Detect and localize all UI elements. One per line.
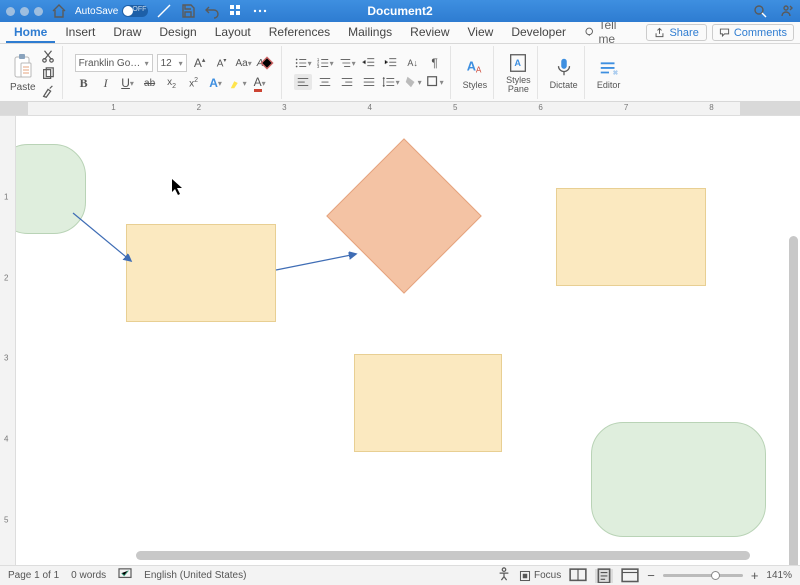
tab-insert[interactable]: Insert	[57, 22, 103, 43]
qat-grid-icon[interactable]	[228, 3, 244, 19]
strikethrough-button[interactable]: ab	[141, 75, 159, 91]
increase-indent-icon[interactable]	[382, 55, 400, 71]
sync-icon[interactable]	[778, 3, 794, 19]
format-painter-icon[interactable]	[40, 85, 56, 99]
editor-button[interactable]: Editor	[591, 46, 627, 99]
word-count[interactable]: 0 words	[71, 570, 106, 581]
font-name-select[interactable]: Franklin Go…▾	[75, 54, 153, 72]
styles-pane-button[interactable]: A Styles Pane	[500, 46, 538, 99]
show-marks-icon[interactable]: ¶	[426, 55, 444, 71]
svg-text:A: A	[467, 58, 476, 73]
text-effects-icon[interactable]: A▾	[207, 75, 225, 91]
search-icon[interactable]	[752, 3, 768, 19]
italic-button[interactable]: I	[97, 75, 115, 91]
svg-text:A: A	[476, 65, 482, 74]
vertical-scrollbar[interactable]	[789, 236, 798, 565]
align-center-icon[interactable]	[316, 74, 334, 90]
save-icon[interactable]	[180, 3, 196, 19]
autosave-label: AutoSave	[75, 6, 118, 17]
cut-icon[interactable]	[40, 49, 56, 63]
font-size-select[interactable]: 12▾	[157, 54, 187, 72]
home-icon[interactable]	[51, 3, 67, 19]
bold-button[interactable]: B	[75, 75, 93, 91]
sort-icon[interactable]: A↓	[404, 55, 422, 71]
tab-developer[interactable]: Developer	[503, 22, 574, 43]
document-canvas[interactable]	[16, 116, 800, 565]
justify-icon[interactable]	[360, 74, 378, 90]
zoom-slider[interactable]	[663, 574, 743, 577]
status-bar: Page 1 of 1 0 words English (United Stat…	[0, 565, 800, 585]
zoom-out-icon[interactable]: −	[647, 568, 655, 583]
decrease-font-icon[interactable]: A▾	[213, 55, 231, 71]
shape-rect-3[interactable]	[354, 354, 502, 452]
focus-mode[interactable]: Focus	[519, 570, 561, 582]
font-color-icon[interactable]: A▾	[251, 75, 269, 91]
maximize-dot[interactable]	[34, 7, 43, 16]
svg-text:A: A	[515, 57, 522, 67]
increase-font-icon[interactable]: A▴	[191, 55, 209, 71]
shape-rounded-2[interactable]	[591, 422, 766, 537]
decrease-indent-icon[interactable]	[360, 55, 378, 71]
svg-text:3: 3	[316, 64, 319, 69]
read-mode-icon[interactable]	[569, 569, 587, 583]
comments-button[interactable]: Comments	[712, 24, 794, 41]
horizontal-ruler[interactable]: 1 2 3 4 5 6 7 8	[0, 102, 800, 116]
subscript-button[interactable]: x2	[163, 75, 181, 91]
print-layout-icon[interactable]	[595, 569, 613, 583]
multilevel-list-icon[interactable]: ▾	[338, 55, 356, 71]
line-tool-icon[interactable]	[156, 3, 172, 19]
autosave-toggle[interactable]: AutoSave OFF	[75, 5, 148, 17]
tell-me[interactable]: Tell me	[576, 22, 639, 43]
tab-home[interactable]: Home	[6, 22, 55, 43]
change-case-icon[interactable]: Aa▾	[235, 55, 253, 71]
tab-draw[interactable]: Draw	[105, 22, 149, 43]
clear-formatting-icon[interactable]: A	[257, 55, 275, 71]
line-spacing-icon[interactable]: ▾	[382, 74, 400, 90]
page-indicator[interactable]: Page 1 of 1	[8, 570, 59, 581]
spellcheck-icon[interactable]	[118, 568, 132, 583]
tab-review[interactable]: Review	[402, 22, 457, 43]
tab-view[interactable]: View	[460, 22, 502, 43]
align-right-icon[interactable]	[338, 74, 356, 90]
highlight-icon[interactable]: ▾	[229, 75, 247, 91]
align-left-icon[interactable]	[294, 74, 312, 90]
horizontal-scrollbar[interactable]	[136, 551, 750, 560]
underline-button[interactable]: U▾	[119, 75, 137, 91]
share-button[interactable]: Share	[646, 24, 706, 41]
tab-design[interactable]: Design	[151, 22, 204, 43]
accessibility-icon[interactable]	[497, 567, 511, 584]
close-dot[interactable]	[6, 7, 15, 16]
tab-mailings[interactable]: Mailings	[340, 22, 400, 43]
window-controls[interactable]	[6, 7, 43, 16]
vertical-ruler[interactable]: 1 2 3 4 5	[0, 116, 16, 565]
undo-icon[interactable]	[204, 3, 220, 19]
dictate-button[interactable]: Dictate	[544, 46, 585, 99]
copy-icon[interactable]	[40, 67, 56, 81]
zoom-in-icon[interactable]: +	[751, 568, 759, 583]
zoom-level[interactable]: 141%	[766, 570, 792, 581]
mouse-cursor	[171, 178, 185, 196]
tab-layout[interactable]: Layout	[207, 22, 259, 43]
borders-icon[interactable]: ▾	[426, 74, 444, 90]
ribbon-tabs: Home Insert Draw Design Layout Reference…	[0, 22, 800, 44]
paste-button[interactable]: Paste	[10, 53, 36, 93]
tab-references[interactable]: References	[261, 22, 338, 43]
shape-rect-1[interactable]	[126, 224, 276, 322]
numbering-icon[interactable]: 123▾	[316, 55, 334, 71]
ribbon: Paste Franklin Go…▾ 12▾ A▴ A▾ Aa▾ A B I …	[0, 44, 800, 102]
minimize-dot[interactable]	[20, 7, 29, 16]
superscript-button[interactable]: x2	[185, 75, 203, 91]
bullets-icon[interactable]: ▾	[294, 55, 312, 71]
web-layout-icon[interactable]	[621, 569, 639, 583]
document-title: Document2	[367, 4, 432, 18]
styles-gallery[interactable]: AA Styles	[457, 46, 495, 99]
shading-icon[interactable]: ▾	[404, 74, 422, 90]
language-indicator[interactable]: English (United States)	[144, 570, 246, 581]
shape-rect-2[interactable]	[556, 188, 706, 286]
qat-more-icon[interactable]	[252, 3, 268, 19]
